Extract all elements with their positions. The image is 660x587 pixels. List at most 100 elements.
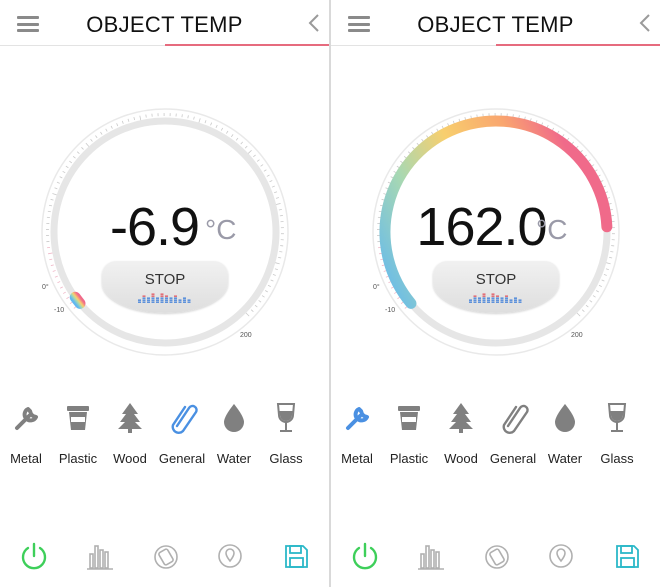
gauge-tick xyxy=(592,295,596,298)
rotate-icon xyxy=(485,545,509,569)
page-title: OBJECT TEMP xyxy=(417,12,574,37)
nav-rotate[interactable] xyxy=(481,540,513,576)
gauge-tick xyxy=(601,279,605,282)
gauge-tick xyxy=(50,264,54,267)
equalizer-bar xyxy=(183,299,186,301)
material-plastic[interactable]: Plastic xyxy=(383,400,435,470)
gauge-tick xyxy=(240,141,244,145)
equalizer-bar xyxy=(165,297,168,299)
gauge-tick xyxy=(66,296,70,300)
material-general[interactable]: General xyxy=(487,400,539,470)
equalizer-bar xyxy=(160,293,164,295)
header: OBJECT TEMP xyxy=(331,0,660,48)
gauge-tick xyxy=(581,309,585,313)
partial-icon xyxy=(321,400,329,434)
drop-icon xyxy=(555,404,575,432)
gauge-tick xyxy=(69,160,73,164)
equalizer-bar xyxy=(142,301,146,303)
gauge-tick xyxy=(59,176,63,179)
equalizer-bar xyxy=(505,299,508,301)
save-icon xyxy=(285,545,308,568)
equalizer-bar xyxy=(473,297,477,299)
gauge-tick xyxy=(267,284,271,287)
equalizer-bar xyxy=(505,295,508,297)
paperclip-icon xyxy=(171,404,198,434)
material-glass[interactable]: Glass xyxy=(260,400,312,470)
gauge-tick xyxy=(127,118,130,122)
power-icon xyxy=(352,542,378,570)
equalizer-bar xyxy=(174,297,177,299)
scale-max-label: 200 xyxy=(240,332,252,339)
equalizer-bar xyxy=(518,301,522,303)
gauge-tick xyxy=(72,155,76,159)
nav-bars[interactable] xyxy=(84,540,116,576)
gauge-tick xyxy=(110,125,113,129)
equalizer-bar xyxy=(496,299,499,301)
screen-left: OBJECT TEMP 0° -10 200 -6.9 °C STOP Meta… xyxy=(0,0,329,587)
gauge-tick xyxy=(187,115,189,119)
material-plastic[interactable]: Plastic xyxy=(52,400,104,470)
gauge-tick xyxy=(271,185,275,188)
material-wood[interactable]: Wood xyxy=(435,400,487,470)
header-accent-line xyxy=(496,44,660,46)
equalizer-bar xyxy=(151,293,155,295)
tree-icon xyxy=(118,403,142,433)
nav-location[interactable] xyxy=(214,540,246,576)
equalizer-bar xyxy=(505,301,508,303)
material-water[interactable]: Water xyxy=(539,400,591,470)
equalizer-bar xyxy=(156,301,159,303)
equalizer-bar xyxy=(165,299,168,301)
back-chevron-icon[interactable] xyxy=(638,12,652,34)
nav-bars[interactable] xyxy=(415,540,447,576)
stop-button-label: STOP xyxy=(475,271,517,288)
nav-save[interactable] xyxy=(611,540,643,576)
gauge-tick xyxy=(133,117,136,121)
equalizer-bar xyxy=(482,293,486,295)
screen-right: OBJECT TEMP 0° -10 200 162.0 °C STOP Met… xyxy=(331,0,660,587)
gauge-tick xyxy=(263,169,267,172)
gauge-tick xyxy=(62,170,66,174)
cup-icon xyxy=(398,406,420,430)
equalizer-bar xyxy=(147,299,150,301)
equalizer-bar xyxy=(147,297,150,299)
scale-zero-label: 0° xyxy=(373,284,380,291)
nav-power[interactable] xyxy=(18,540,50,576)
material-general[interactable]: General xyxy=(156,400,208,470)
material-metal[interactable]: Metal xyxy=(0,400,52,470)
gauge-tick xyxy=(274,268,278,271)
nav-save[interactable] xyxy=(280,540,312,576)
equalizer-bar xyxy=(156,297,159,299)
location-icon xyxy=(549,544,573,568)
material-metal[interactable]: Metal xyxy=(331,400,383,470)
gauge-tick xyxy=(603,274,607,276)
material-water[interactable]: Water xyxy=(208,400,260,470)
equalizer-bar xyxy=(151,297,155,299)
rotate-icon xyxy=(154,545,178,569)
equalizer-bar xyxy=(160,301,164,303)
nav-rotate[interactable] xyxy=(150,540,182,576)
equalizer-bar xyxy=(518,299,522,301)
equalizer-bar xyxy=(174,295,177,297)
back-chevron-icon[interactable] xyxy=(307,12,321,34)
equalizer-bar xyxy=(169,297,173,299)
gauge-tick xyxy=(54,275,58,278)
bars-icon xyxy=(418,545,444,570)
drop-icon xyxy=(224,404,244,432)
gauge-tick xyxy=(250,309,254,313)
nav-power[interactable] xyxy=(349,540,381,576)
gauge-tick xyxy=(59,286,63,289)
gauge-tick xyxy=(210,122,213,126)
nav-location[interactable] xyxy=(545,540,577,576)
gauge-tick xyxy=(598,284,602,287)
equalizer-bar xyxy=(178,299,182,301)
equalizer-bar xyxy=(469,299,472,301)
equalizer-bar xyxy=(183,297,186,299)
material-glass[interactable]: Glass xyxy=(591,400,643,470)
material-e[interactable]: E xyxy=(643,400,660,470)
equalizer-bar xyxy=(478,297,481,299)
gauge-tick xyxy=(226,130,229,134)
equalizer-bar xyxy=(142,299,146,301)
material-e[interactable]: E xyxy=(312,400,329,470)
equalizer-bar xyxy=(496,301,499,303)
material-wood[interactable]: Wood xyxy=(104,400,156,470)
